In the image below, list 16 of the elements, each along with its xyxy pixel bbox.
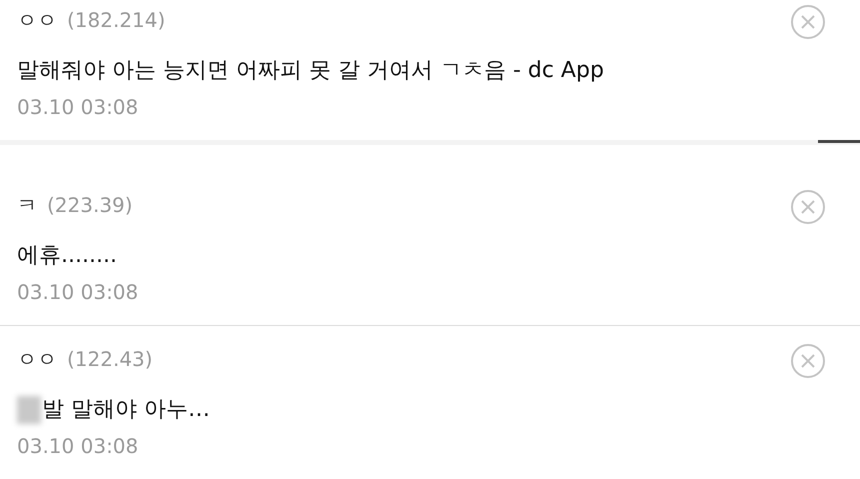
author-name: ㅇㅇ	[17, 346, 57, 373]
comment-date: 03.10 03:08	[17, 433, 140, 460]
close-icon[interactable]	[790, 189, 826, 225]
scroll-indicator	[818, 140, 860, 143]
comment-date: 03.10 03:08	[17, 279, 140, 306]
comment-date: 03.10 03:08	[17, 94, 140, 121]
close-icon[interactable]	[790, 4, 826, 40]
comment-text: 말해줘야 아는 능지면 어짜피 못 갈 거여서 ㄱㅊ음 - dc App	[17, 57, 604, 85]
author-name: ㅇㅇ	[17, 7, 57, 34]
ip-address: (182.214)	[67, 7, 166, 34]
close-icon[interactable]	[790, 343, 826, 379]
comment-text: 에휴........	[17, 242, 117, 270]
comment-text: 발 말해야 아누…	[42, 396, 210, 424]
ip-address: (122.43)	[67, 346, 153, 373]
ip-address: (223.39)	[47, 192, 133, 219]
author-name: ㅋ	[17, 192, 37, 219]
